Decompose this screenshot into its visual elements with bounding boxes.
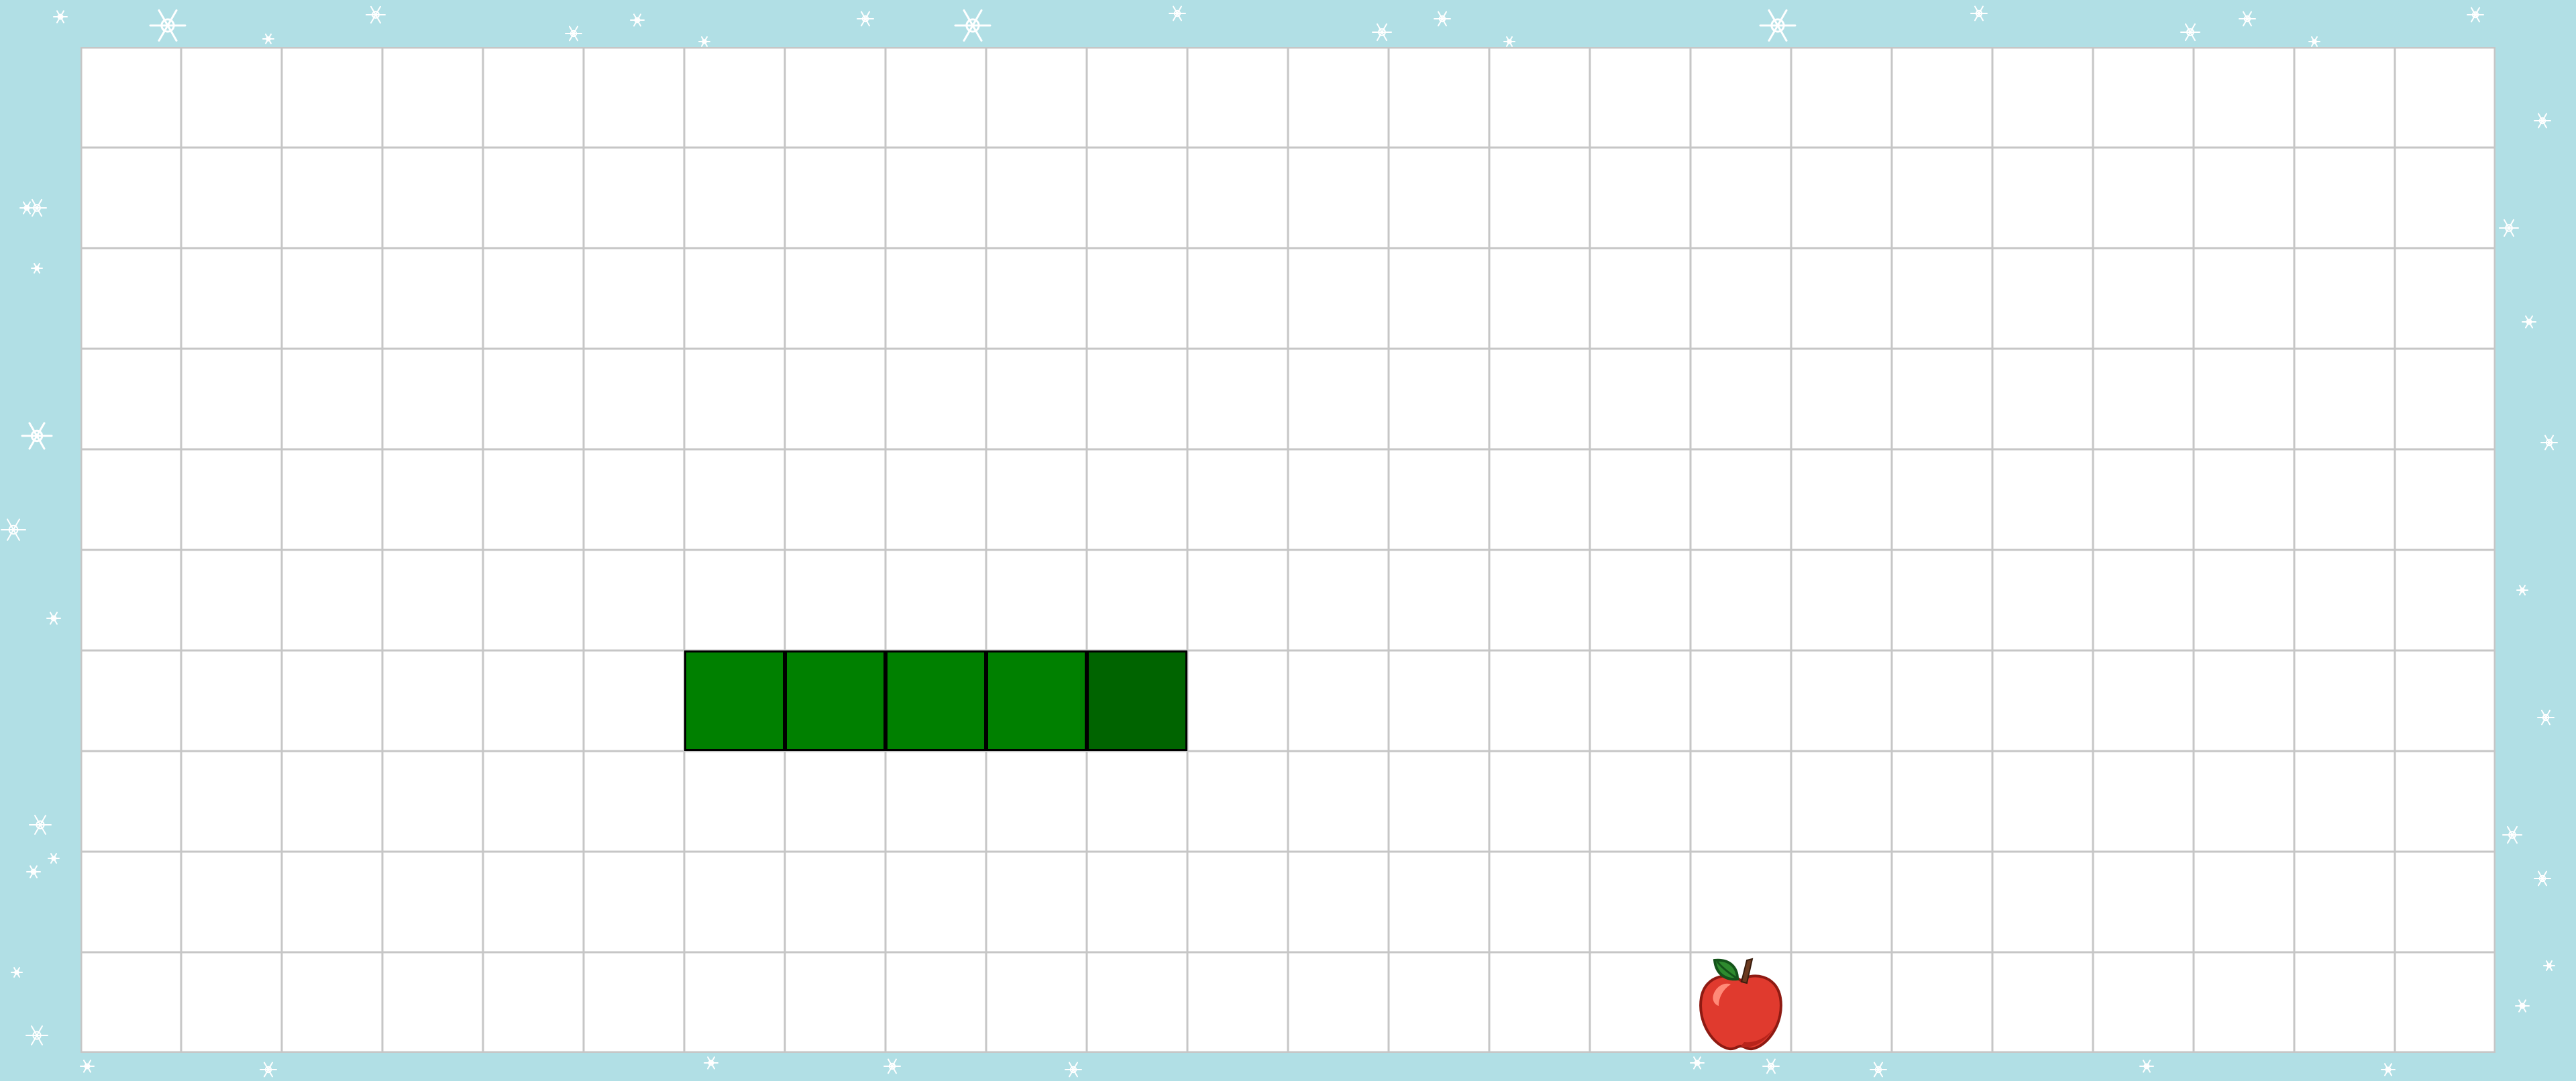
snake-body-segment bbox=[785, 650, 885, 751]
snake-head bbox=[1087, 650, 1187, 751]
snake-body-segment bbox=[684, 650, 785, 751]
snake-body-segment bbox=[885, 650, 986, 751]
apple-icon bbox=[1699, 958, 1782, 1051]
game-screen bbox=[0, 0, 2576, 1081]
snake-body-segment bbox=[986, 650, 1087, 751]
game-board[interactable] bbox=[80, 47, 2496, 1053]
board-grid bbox=[80, 47, 2496, 1053]
